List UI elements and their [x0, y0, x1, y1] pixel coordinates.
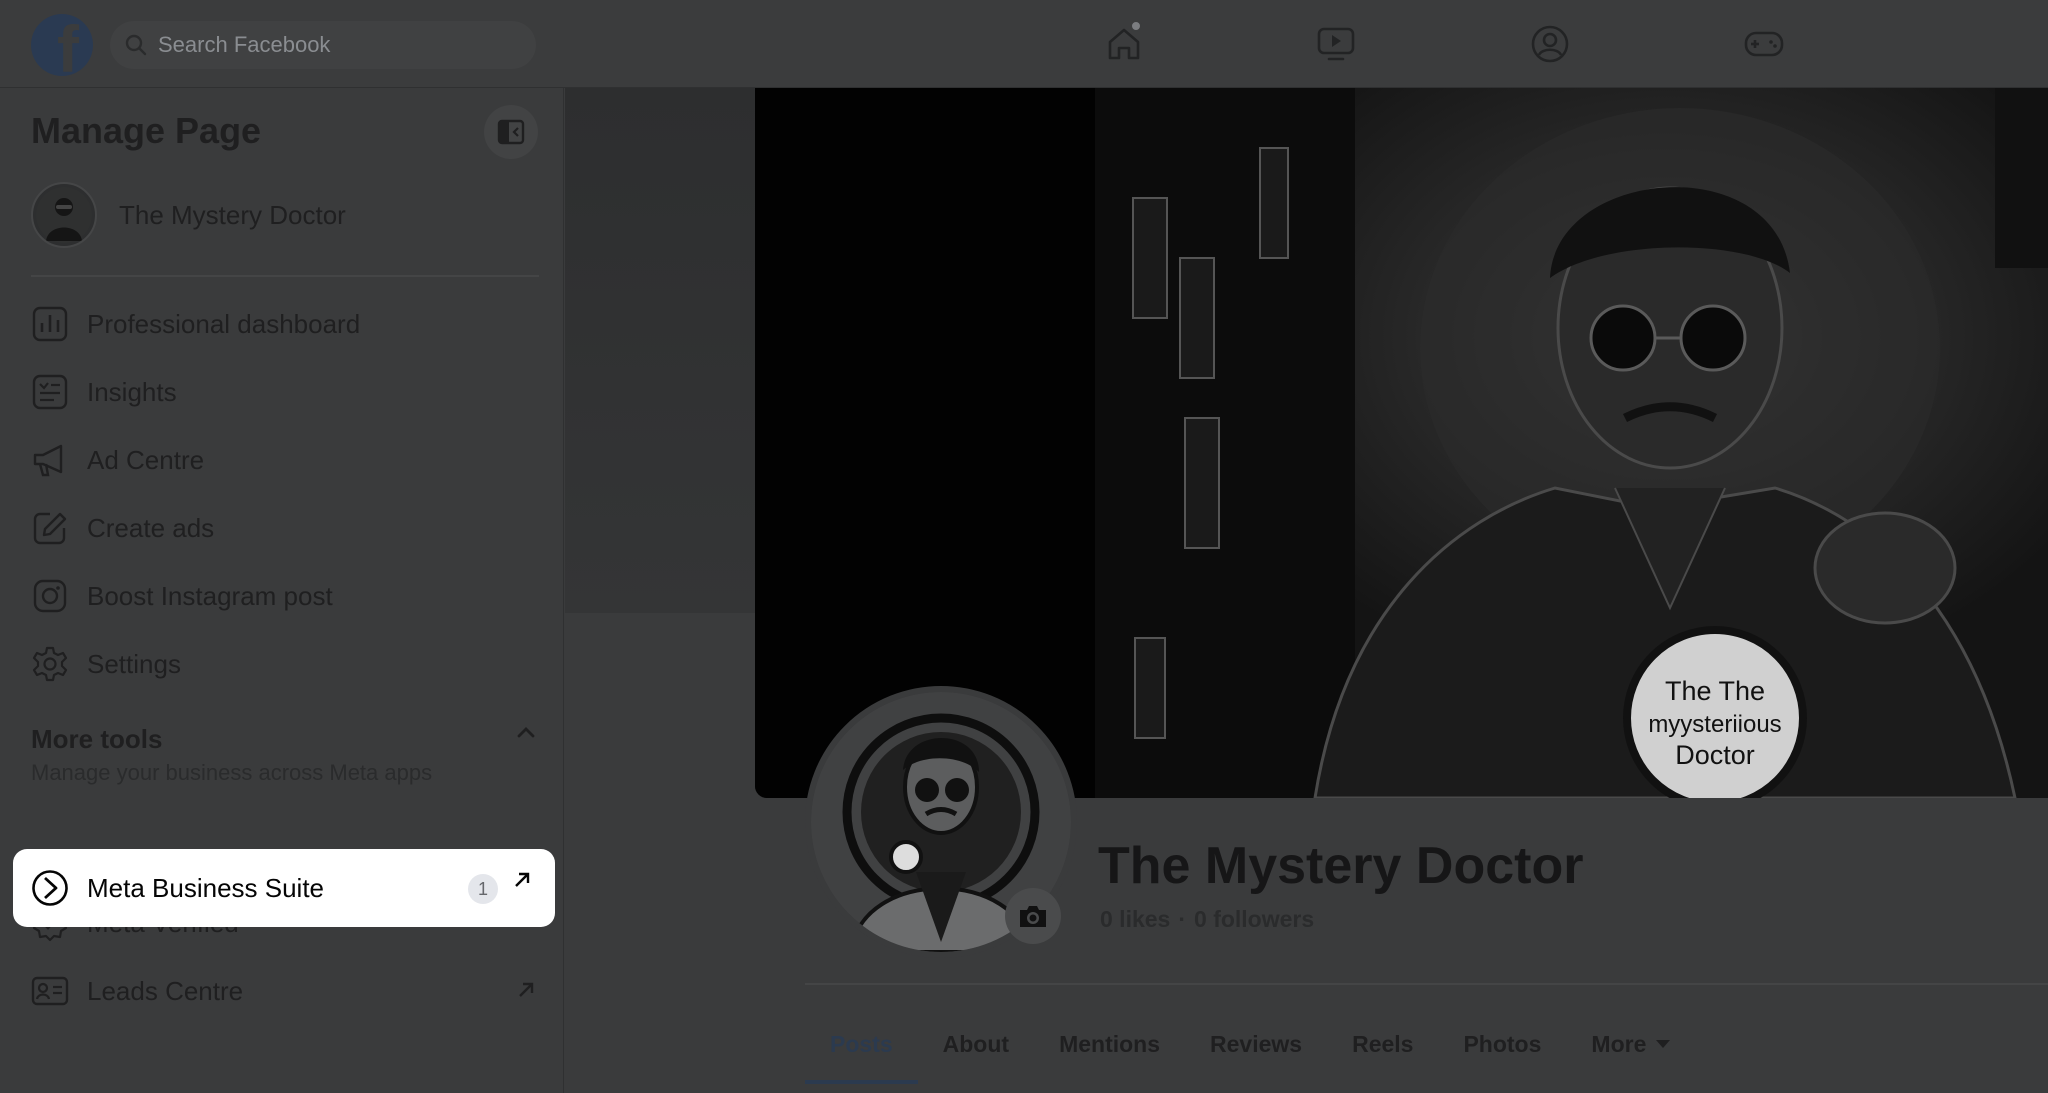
- tab-reels[interactable]: Reels: [1327, 1008, 1438, 1080]
- sidebar-item-meta-business-suite[interactable]: Meta Business Suite 1: [13, 849, 555, 927]
- notification-dot: [1130, 20, 1142, 32]
- caret-down-icon: [1656, 1040, 1671, 1048]
- update-profile-picture-button[interactable]: [1005, 888, 1061, 944]
- search-input[interactable]: [158, 32, 518, 58]
- instagram-icon: [31, 577, 69, 615]
- collapse-sidebar-button[interactable]: [484, 105, 538, 159]
- notification-count-badge: 1: [468, 874, 498, 904]
- sidebar-item-create-ads[interactable]: Create ads: [31, 498, 539, 558]
- tab-mentions[interactable]: Mentions: [1034, 1008, 1185, 1080]
- external-link-icon: [515, 872, 530, 887]
- gear-icon: [31, 645, 69, 683]
- tab-reviews[interactable]: Reviews: [1185, 1008, 1327, 1080]
- home-icon[interactable]: [1102, 20, 1146, 66]
- page-switcher[interactable]: The Mystery Doctor: [31, 180, 346, 250]
- sidebar-item-insights[interactable]: Insights: [31, 362, 539, 422]
- cover-badge-line-2: myysteriious: [1648, 711, 1781, 738]
- tab-posts[interactable]: Posts: [805, 1008, 918, 1084]
- tab-more[interactable]: More: [1566, 1008, 1695, 1080]
- sidebar-item-label: Ad Centre: [87, 444, 205, 475]
- insights-icon: [31, 373, 69, 411]
- profile-tabs: Posts About Mentions Reviews Reels Photo…: [805, 1008, 1695, 1084]
- sidebar-item-label: Create ads: [87, 512, 215, 543]
- sidebar-item-settings[interactable]: Settings: [31, 634, 539, 694]
- page-main-content: The The myysteriious Doctor The Mystery …: [565, 88, 2048, 1093]
- video-icon[interactable]: [1314, 22, 1358, 66]
- id-card-icon: [31, 972, 69, 1010]
- chevron-up-icon[interactable]: [514, 720, 538, 744]
- more-tools-subtitle: Manage your business across Meta apps: [31, 760, 433, 785]
- manage-page-sidebar: Manage Page The Mystery Doctor Professio…: [6, 88, 564, 1093]
- meta-business-suite-row: Meta Business Suite: [31, 858, 539, 918]
- followers-count[interactable]: 0 followers: [1194, 906, 1314, 933]
- page-name: The Mystery Doctor: [119, 199, 346, 230]
- sidebar-title: Manage Page: [31, 110, 262, 151]
- tab-about[interactable]: About: [918, 1008, 1034, 1080]
- external-link-icon: [519, 982, 534, 997]
- dashboard-icon: [31, 305, 69, 343]
- top-navigation-bar: f: [0, 0, 2048, 88]
- page-title: The Mystery Doctor: [1098, 837, 1584, 895]
- avatar: [31, 182, 97, 248]
- page-stats: 0 likes · 0 followers: [1100, 906, 1314, 933]
- sidebar-item-label: Boost Instagram post: [87, 580, 333, 611]
- sidebar-item-leads-centre[interactable]: Leads Centre: [31, 961, 539, 1021]
- search-icon: [125, 34, 147, 56]
- facebook-logo-icon[interactable]: f: [31, 14, 93, 76]
- sidebar-item-boost-instagram-post[interactable]: Boost Instagram post: [31, 566, 539, 626]
- cover-badge-line-1: The The: [1665, 676, 1765, 706]
- megaphone-icon: [31, 441, 69, 479]
- cover-badge-line-3: Doctor: [1675, 740, 1755, 770]
- sidebar-item-label: Meta Business Suite: [87, 872, 325, 903]
- camera-icon: [1020, 906, 1046, 927]
- divider: [31, 275, 539, 277]
- gaming-icon[interactable]: [1742, 22, 1786, 66]
- tab-photos[interactable]: Photos: [1438, 1008, 1566, 1080]
- tab-more-label: More: [1591, 1030, 1647, 1057]
- profile-circle-icon[interactable]: [1528, 22, 1572, 66]
- sidebar-item-label: Leads Centre: [87, 975, 244, 1006]
- sidebar-item-label: Settings: [87, 648, 181, 679]
- divider: [805, 983, 2048, 985]
- business-suite-icon: [31, 869, 69, 907]
- sidebar-toggle-icon: [497, 119, 525, 145]
- sidebar-item-ad-centre[interactable]: Ad Centre: [31, 430, 539, 490]
- likes-count[interactable]: 0 likes: [1100, 906, 1170, 933]
- more-tools-heading: More tools: [31, 724, 163, 754]
- search-bar[interactable]: [110, 21, 536, 69]
- sidebar-item-label: Insights: [87, 376, 177, 407]
- sidebar-item-professional-dashboard[interactable]: Professional dashboard: [31, 294, 539, 354]
- background-shade: [565, 88, 755, 613]
- stats-separator: ·: [1178, 906, 1187, 932]
- edit-icon: [31, 509, 69, 547]
- sidebar-item-label: Professional dashboard: [87, 308, 361, 339]
